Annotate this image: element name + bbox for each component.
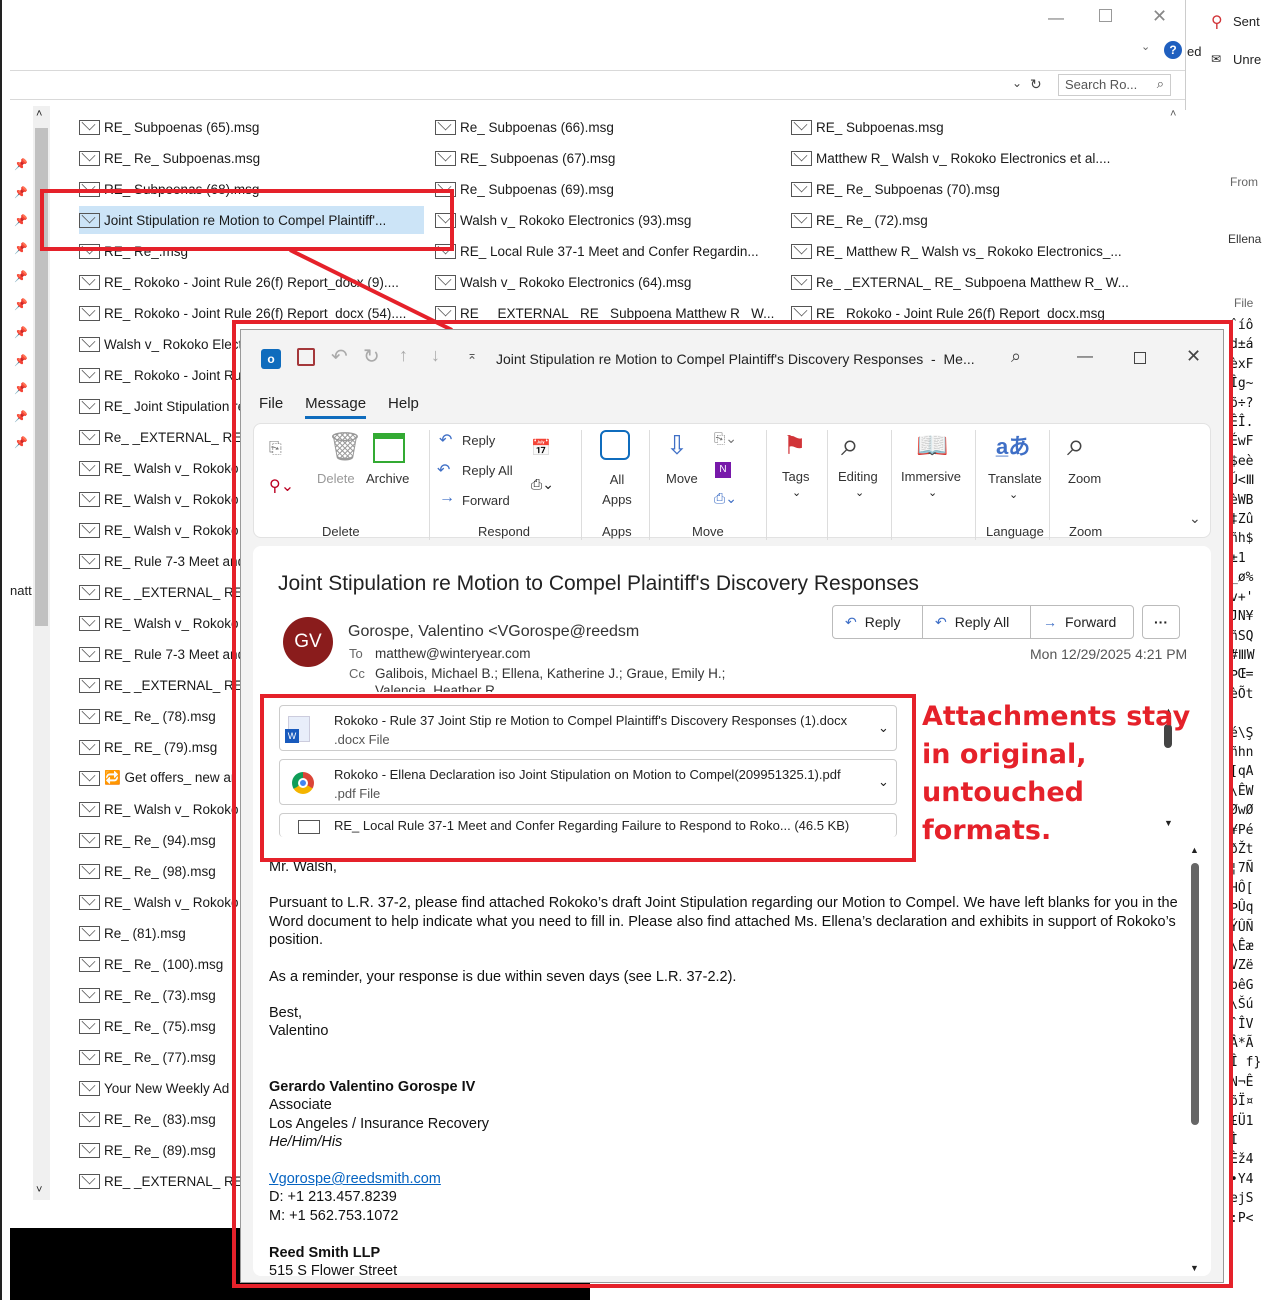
annotation-line-4: formats. (922, 815, 1052, 846)
garbled-text: ˆíô d±á èxF Îg~ õ÷? ÊÎ. ÉwF $eè Ú<Ⅲ èWB … (1230, 318, 1262, 1226)
annotation-line-1: Attachments stay (922, 701, 1191, 732)
highlight-box-attachments (260, 694, 916, 862)
annotation-text: Attachments stay in original, untouched … (922, 698, 1190, 850)
annotation-line-2: in original, (922, 739, 1087, 770)
annotation-line-3: untouched (922, 777, 1084, 808)
